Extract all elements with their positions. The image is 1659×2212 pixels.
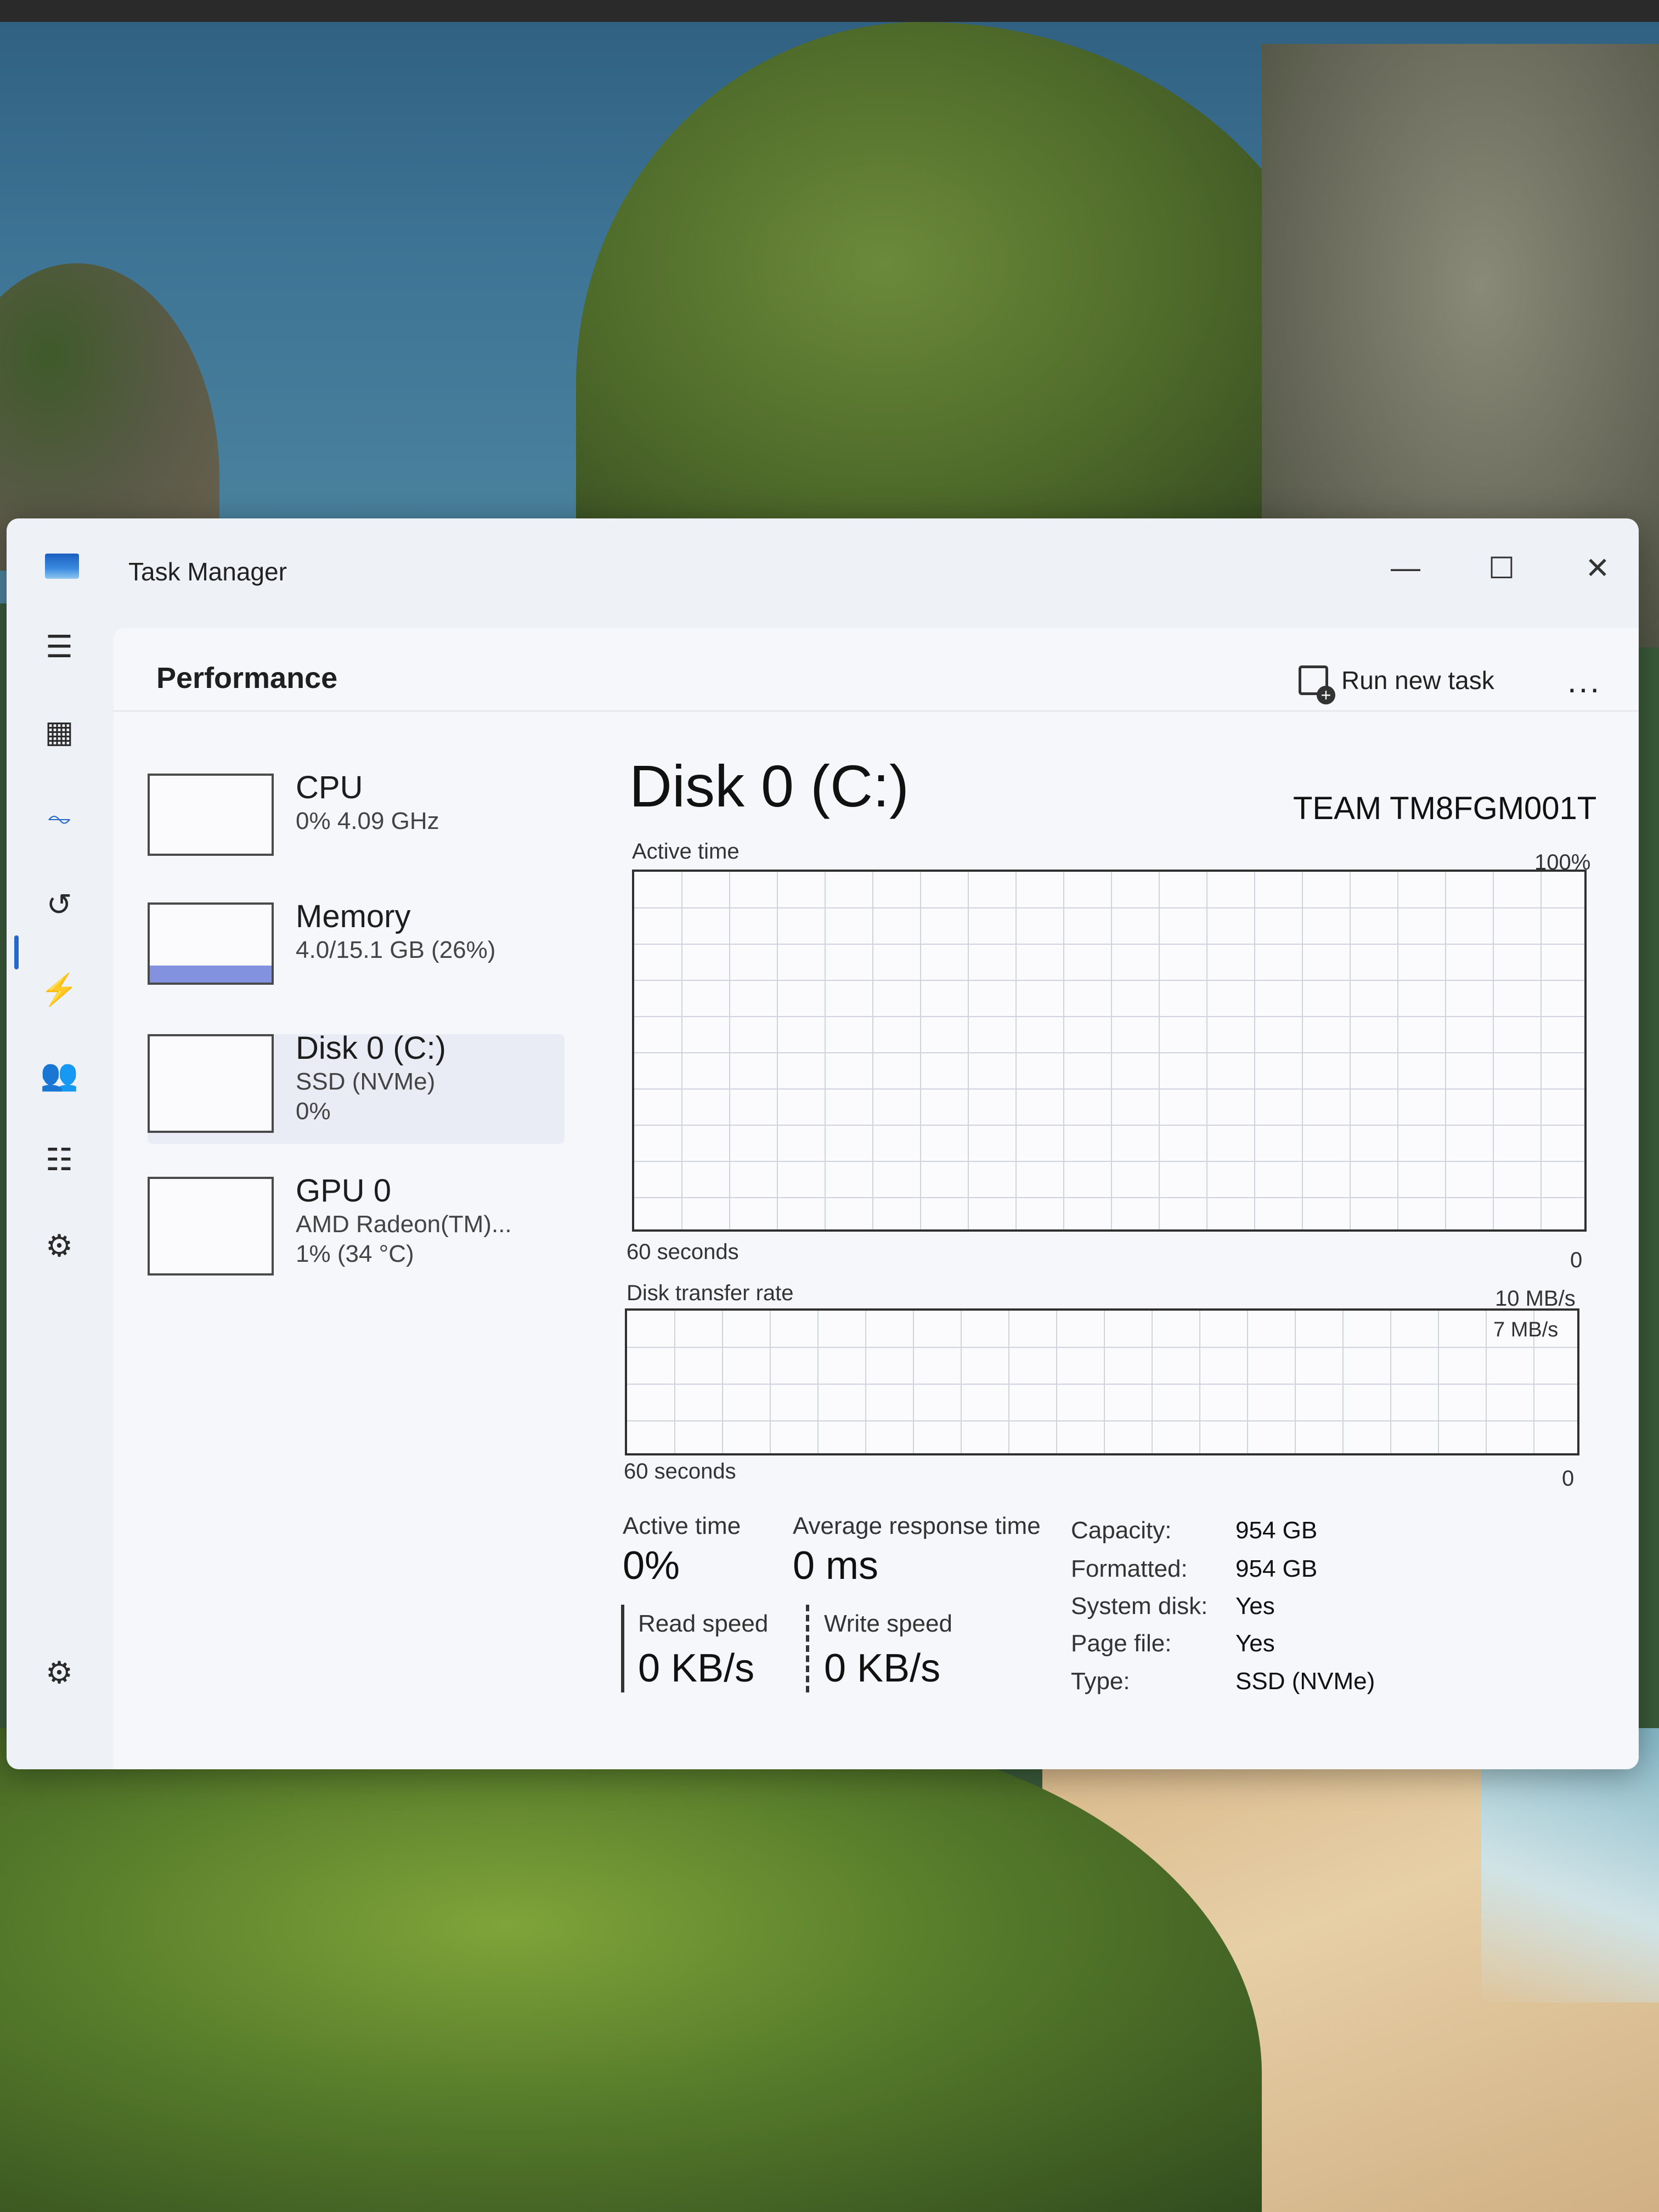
device-usage: 1% (34 °C) [296, 1240, 414, 1267]
active-time-value: 0% [623, 1544, 680, 1588]
page-file-label: Page file: [1071, 1630, 1172, 1657]
run-new-task-icon [1299, 665, 1335, 704]
device-detail: AMD Radeon(TM)... [296, 1211, 512, 1238]
memory-mini-graph [148, 902, 274, 985]
formatted-label: Formatted: [1071, 1555, 1188, 1582]
active-time-chart-label: Active time [632, 839, 740, 864]
wallpaper-surf [1481, 1728, 1659, 2002]
avg-response-label: Average response time [793, 1513, 1041, 1539]
settings-icon[interactable]: ⚙ [41, 1654, 78, 1691]
avg-response-value: 0 ms [793, 1544, 879, 1588]
processes-icon[interactable]: ▦ [41, 713, 78, 751]
formatted-value: 954 GB [1235, 1555, 1318, 1582]
write-speed-value: 0 KB/s [824, 1646, 941, 1690]
capacity-label: Capacity: [1071, 1517, 1172, 1544]
device-name: Memory [296, 899, 411, 934]
device-memory[interactable]: Memory 4.0/15.1 GB (26%) [148, 899, 565, 1012]
system-disk-label: System disk: [1071, 1593, 1208, 1620]
close-button[interactable]: ✕ [1559, 540, 1636, 595]
users-icon[interactable]: 👥 [40, 1056, 78, 1093]
device-gpu-0[interactable]: GPU 0 AMD Radeon(TM)... 1% (34 °C) [148, 1173, 565, 1286]
disk-title: Disk 0 (C:) [629, 753, 909, 819]
device-name: Disk 0 (C:) [296, 1030, 446, 1066]
transfer-chart [625, 1308, 1579, 1455]
memory-usage-fill [150, 965, 272, 983]
device-disk-0-selected[interactable]: Disk 0 (C:) SSD (NVMe) 0% [148, 1030, 565, 1144]
details-icon[interactable]: ☷ [41, 1141, 78, 1178]
device-name: CPU [296, 770, 363, 805]
transfer-chart-min: 0 [1562, 1466, 1575, 1491]
read-speed-label: Read speed [638, 1610, 769, 1637]
performance-icon[interactable]: ⏦ [41, 799, 78, 837]
active-time-label: Active time [623, 1513, 741, 1539]
write-speed-label: Write speed [824, 1610, 952, 1637]
window-title: Task Manager [128, 557, 287, 586]
transfer-grid [627, 1311, 1577, 1453]
device-name: GPU 0 [296, 1173, 392, 1209]
startup-apps-icon[interactable]: ⚡ [40, 971, 78, 1008]
task-manager-app-icon [45, 554, 79, 579]
active-time-grid [634, 872, 1584, 1229]
task-manager-window: Task Manager — ☐ ✕ ☰ ▦ ⏦ ↺ ⚡ 👥 ☷ ⚙ ⚙ Per… [7, 518, 1639, 1769]
transfer-chart-max: 10 MB/s [1495, 1286, 1576, 1311]
system-disk-value: Yes [1235, 1593, 1275, 1620]
monitor-bezel [0, 0, 1659, 22]
title-bar[interactable]: Task Manager — ☐ ✕ [7, 518, 1639, 586]
navigation-rail: ☰ ▦ ⏦ ↺ ⚡ 👥 ☷ ⚙ ⚙ [7, 628, 114, 1769]
gpu-mini-graph [148, 1177, 274, 1276]
active-time-chart-min: 0 [1570, 1248, 1583, 1272]
device-detail: 4.0/15.1 GB (26%) [296, 936, 496, 963]
type-value: SSD (NVMe) [1235, 1668, 1375, 1695]
transfer-chart-marker: 7 MB/s [1493, 1318, 1559, 1341]
device-usage: 0% [296, 1098, 331, 1125]
device-cpu[interactable]: CPU 0% 4.09 GHz [148, 770, 565, 883]
device-detail: 0% 4.09 GHz [296, 808, 439, 834]
type-label: Type: [1071, 1668, 1130, 1695]
more-options-button[interactable]: ... [1567, 662, 1601, 700]
read-speed-value: 0 KB/s [638, 1646, 755, 1690]
minimize-button[interactable]: — [1367, 540, 1444, 595]
disk-model: TEAM TM8FGM001T [1293, 791, 1597, 826]
active-time-chart [632, 870, 1587, 1232]
maximize-button[interactable]: ☐ [1463, 540, 1540, 595]
disk-mini-graph [148, 1034, 274, 1133]
write-speed-legend-line [806, 1605, 809, 1692]
transfer-chart-x-label: 60 seconds [624, 1459, 736, 1483]
read-speed-legend-line [621, 1605, 624, 1692]
capacity-value: 954 GB [1235, 1517, 1318, 1544]
device-detail: SSD (NVMe) [296, 1068, 436, 1095]
menu-icon[interactable]: ☰ [41, 628, 78, 665]
services-icon[interactable]: ⚙ [41, 1227, 78, 1265]
active-time-chart-x-label: 60 seconds [627, 1240, 739, 1264]
page-file-value: Yes [1235, 1630, 1275, 1657]
run-new-task-label: Run new task [1341, 666, 1494, 695]
page-title: Performance [156, 662, 338, 695]
performance-page: Performance Run new task ... CPU 0% 4.09… [114, 628, 1639, 1769]
app-history-icon[interactable]: ↺ [41, 886, 78, 923]
cpu-mini-graph [148, 774, 274, 856]
header-divider [114, 710, 1639, 712]
run-new-task-button[interactable]: Run new task [1299, 656, 1494, 705]
transfer-chart-label: Disk transfer rate [627, 1281, 794, 1305]
nav-selection-indicator [14, 935, 19, 969]
